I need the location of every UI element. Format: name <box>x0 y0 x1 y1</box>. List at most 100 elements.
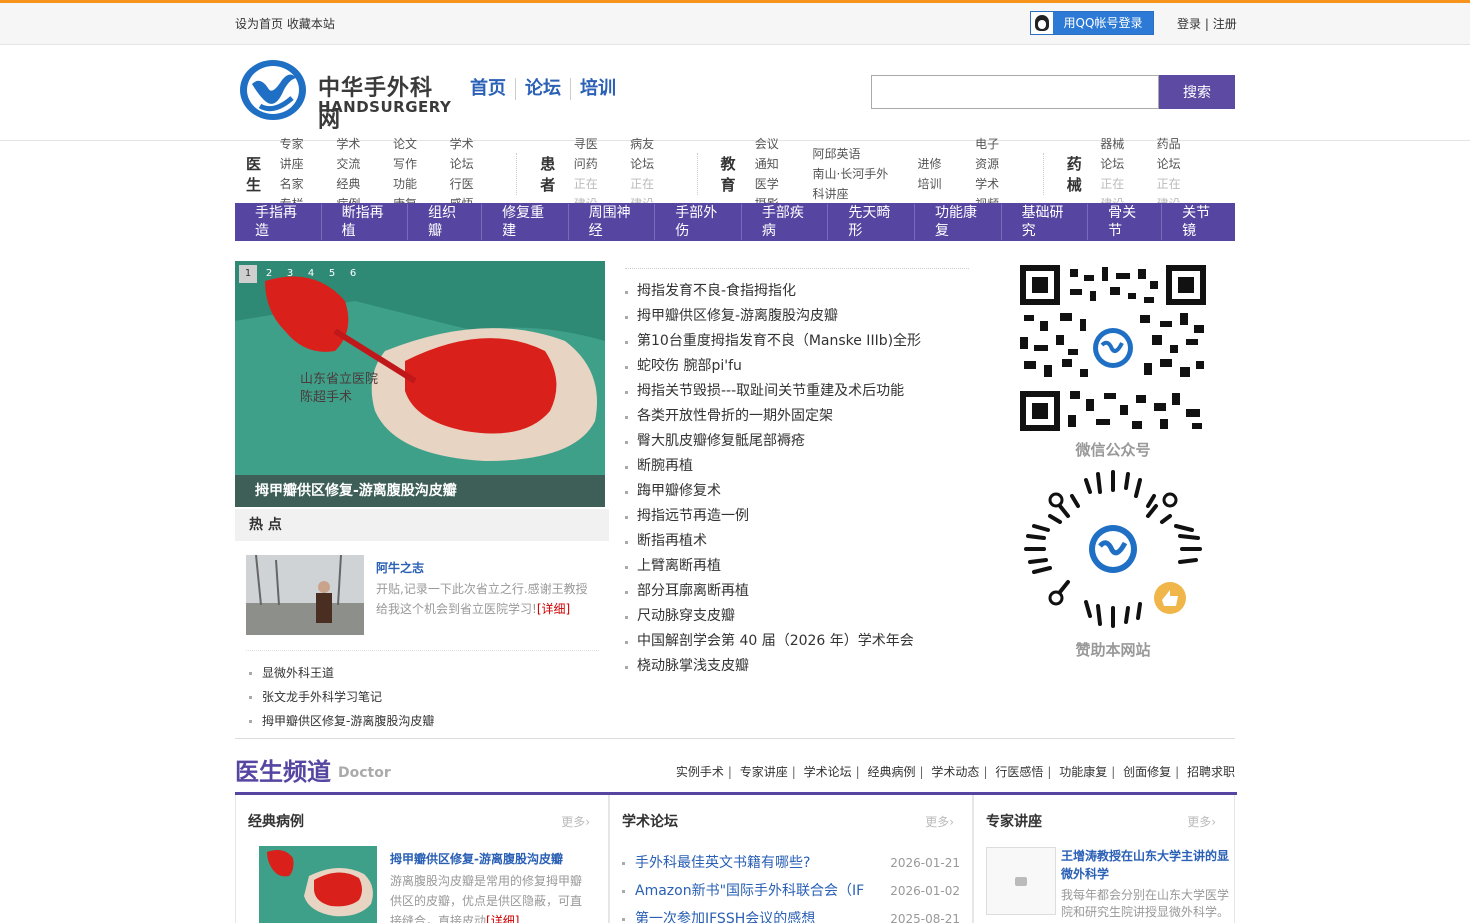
qq-penguin-icon <box>1031 12 1053 34</box>
channel-link[interactable]: 招聘求职 <box>1187 765 1235 779</box>
category-link[interactable]: 专家讲座 <box>280 134 315 174</box>
topic-link[interactable]: 先天畸形 <box>828 204 915 240</box>
news-item[interactable]: 拇指远节再造一例 <box>625 504 969 529</box>
news-item[interactable]: 部分耳廓离断再植 <box>625 579 969 604</box>
nav-home[interactable]: 首页 <box>470 78 516 100</box>
category-link[interactable]: 进修培训 <box>917 154 953 194</box>
news-item[interactable]: 桡动脉掌浅支皮瓣 <box>625 654 969 679</box>
category-devices: 药械 器械论坛正在建设 药品论坛正在建设 <box>1056 137 1223 211</box>
news-item[interactable]: 上臂离断再植 <box>625 554 969 579</box>
more-link[interactable]: 更多› <box>1187 795 1216 849</box>
list-item[interactable]: 手外科最佳英文书籍有哪些? 2026-01-21 <box>622 849 972 877</box>
more-link[interactable]: 更多› <box>561 795 590 849</box>
slider-dot[interactable]: 3 <box>281 265 299 283</box>
topic-link[interactable]: 功能康复 <box>915 204 1002 240</box>
channel-link[interactable]: 学术动态 <box>931 765 979 779</box>
news-item[interactable]: 拇指发育不良-食指拇指化 <box>625 279 969 304</box>
list-item[interactable]: 显微外科王道 <box>249 661 609 685</box>
channel-link[interactable]: 功能康复 <box>1059 765 1107 779</box>
topic-link[interactable]: 手部外伤 <box>655 204 742 240</box>
donate-qr-code <box>1020 466 1206 632</box>
news-item[interactable]: 臀大肌皮瓣修复骶尾部褥疮 <box>625 429 969 454</box>
list-item[interactable]: 张文龙手外科学习笔记 <box>249 685 609 709</box>
register-link[interactable]: 注册 <box>1213 17 1237 31</box>
news-item[interactable]: 蛇咬伤 腕部pi'fu <box>625 354 969 379</box>
category-link[interactable]: 学术交流 <box>336 134 371 174</box>
slider-dot[interactable]: 1 <box>239 265 257 283</box>
category-link[interactable]: 学术论坛 <box>450 134 485 174</box>
news-item[interactable]: 断指再植术 <box>625 529 969 554</box>
news-item[interactable]: 第10台重度拇指发育不良（Manske IIIb)全形 <box>625 329 969 354</box>
news-item[interactable]: 拇甲瓣供区修复-游离腹股沟皮瓣 <box>625 304 969 329</box>
news-item[interactable]: 断腕再植 <box>625 454 969 479</box>
slider-dot[interactable]: 2 <box>260 265 278 283</box>
slider-dot[interactable]: 4 <box>302 265 320 283</box>
category-link[interactable]: 论文写作 <box>393 134 428 174</box>
category-link[interactable]: 寻医问药 <box>574 134 608 174</box>
case-thumbnail[interactable] <box>259 846 377 923</box>
qq-login-button[interactable]: 用QQ帐号登录 <box>1030 11 1154 35</box>
donate-label: 赞助本网站 <box>1075 641 1151 659</box>
case-detail-link[interactable]: [详细] <box>486 914 519 923</box>
channel-link[interactable]: 学术论坛 <box>804 765 852 779</box>
box-header: 专家讲座 更多› <box>974 795 1234 849</box>
slider-dot[interactable]: 5 <box>323 265 341 283</box>
news-item[interactable]: 中国解剖学会第 40 届（2026 年）学术年会 <box>625 629 969 654</box>
category-link[interactable]: 药品论坛 <box>1157 134 1191 174</box>
case-title-link[interactable]: 拇甲瓣供区修复-游离腹股沟皮瓣 <box>390 850 563 867</box>
nav-forum[interactable]: 论坛 <box>516 78 571 100</box>
news-item[interactable]: 拇指关节毁损---取趾间关节重建及术后功能 <box>625 379 969 404</box>
set-homepage-favorite-link[interactable]: 设为首页 收藏本站 <box>235 15 335 32</box>
category-link[interactable]: 电子资源 <box>975 134 1011 174</box>
search-input[interactable] <box>871 75 1159 109</box>
category-link[interactable]: 器械论坛 <box>1100 134 1134 174</box>
news-item[interactable]: 尺动脉穿支皮瓣 <box>625 604 969 629</box>
category-doctor: 医生 专家讲座名家专栏 学术交流经典病例 论文写作功能康复 学术论坛行医感悟 <box>235 137 518 211</box>
image-placeholder-icon[interactable] <box>986 847 1056 915</box>
search-button[interactable]: 搜索 <box>1159 75 1235 109</box>
feature-detail-link[interactable]: [详细] <box>537 602 570 616</box>
case-description: 游离腹股沟皮瓣是常用的修复拇甲瓣供区的皮瓣，优点是供区隐蔽，可直接缝合，直接皮动… <box>390 871 590 923</box>
category-link[interactable]: 阿邱英语 <box>812 144 895 164</box>
expert-lecture-box: 专家讲座 更多› 王增涛教授在山东大学主讲的显微外科学 我每年都会分别在山东大学… <box>973 795 1235 923</box>
topic-link[interactable]: 修复重建 <box>482 204 569 240</box>
post-date: 2025-08-21 <box>890 912 960 923</box>
feature-photo[interactable] <box>246 555 364 635</box>
search-box: 搜索 <box>871 75 1235 109</box>
topic-link[interactable]: 手指再造 <box>235 204 322 240</box>
box-title: 学术论坛 <box>622 814 678 830</box>
topic-link[interactable]: 手部疾病 <box>742 204 829 240</box>
topic-link[interactable]: 组织瓣 <box>408 204 483 240</box>
category-patient: 患者 寻医问药正在建设 病友论坛正在建设 <box>529 137 698 211</box>
topic-link[interactable]: 基础研究 <box>1002 204 1089 240</box>
channel-link[interactable]: 行医感悟 <box>995 765 1043 779</box>
main-nav: 首页 论坛 培训 <box>470 78 625 100</box>
news-item[interactable]: 各类开放性骨折的一期外固定架 <box>625 404 969 429</box>
channel-link[interactable]: 专家讲座 <box>740 765 788 779</box>
topic-link[interactable]: 骨关节 <box>1088 204 1163 240</box>
slider-dot[interactable]: 6 <box>344 265 362 283</box>
category-link[interactable]: 病友论坛 <box>630 134 664 174</box>
site-logo[interactable]: 中华手外科网 HANDSURGERY <box>238 58 451 133</box>
more-link[interactable]: 更多› <box>925 795 954 849</box>
forum-list: 手外科最佳英文书籍有哪些? 2026-01-21 Amazon新书"国际手外科联合… <box>622 849 972 923</box>
channel-link[interactable]: 经典病例 <box>868 765 916 779</box>
channel-link[interactable]: 实例手术 <box>676 765 724 779</box>
category-link[interactable]: 会议通知 <box>755 134 791 174</box>
lecture-title-link[interactable]: 王增涛教授在山东大学主讲的显微外科学 <box>1061 847 1233 883</box>
image-slider[interactable]: 1 2 3 4 5 6 山东省立医院 陈超手术 拇甲瓣供区修复-游离腹股沟皮瓣 <box>235 261 605 507</box>
login-link[interactable]: 登录 <box>1177 17 1201 31</box>
account-links: 登录 | 注册 <box>1177 17 1237 31</box>
news-item[interactable]: 踇甲瓣修复术 <box>625 479 969 504</box>
topic-link[interactable]: 断指再植 <box>322 204 409 240</box>
topic-link[interactable]: 关节镜 <box>1162 204 1235 240</box>
list-item[interactable]: 拇甲瓣供区修复-游离腹股沟皮瓣 <box>249 709 609 733</box>
list-item[interactable]: Amazon新书"国际手外科联合会（IF 2026-01-02 <box>622 877 972 905</box>
list-item[interactable]: 第一次参加IFSSH会议的感想 2025-08-21 <box>622 905 972 923</box>
nav-training[interactable]: 培训 <box>571 78 625 100</box>
slider-caption[interactable]: 拇甲瓣供区修复-游离腹股沟皮瓣 <box>235 475 605 507</box>
feature-title-link[interactable]: 阿牛之志 <box>376 559 424 576</box>
topic-link[interactable]: 周围神经 <box>569 204 656 240</box>
category-link[interactable]: 南山·长河手外科讲座 <box>812 164 895 204</box>
channel-link[interactable]: 创面修复 <box>1123 765 1171 779</box>
